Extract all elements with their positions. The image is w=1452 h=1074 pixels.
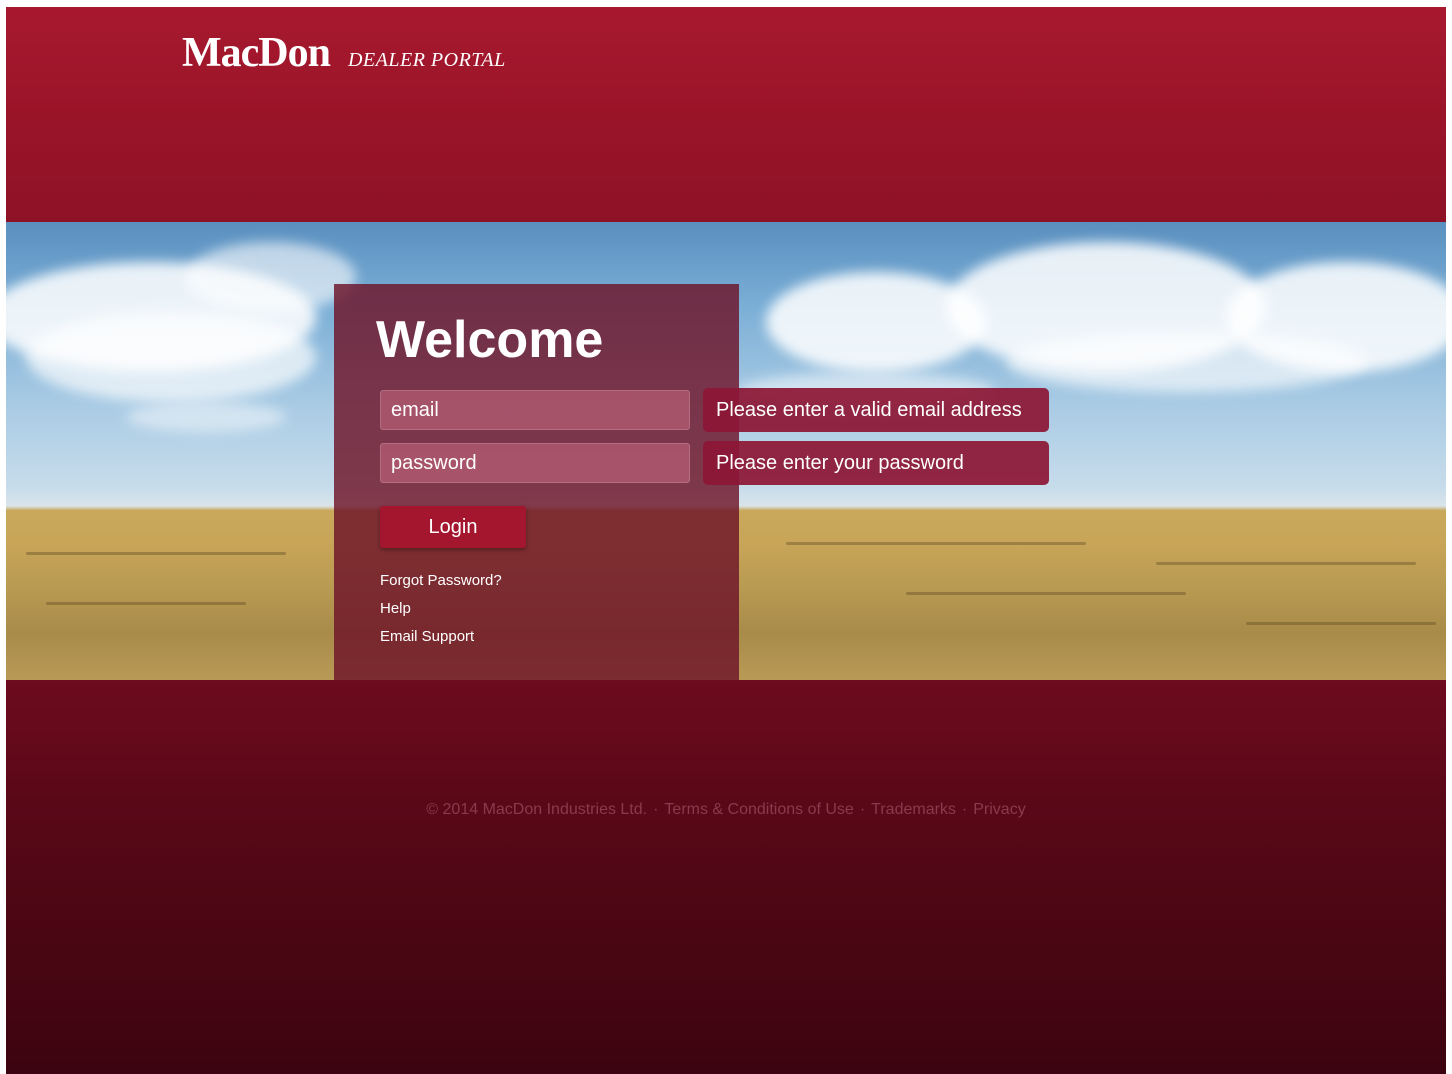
field-furrow [1156,562,1416,565]
trademarks-link[interactable]: Trademarks [871,801,956,818]
password-error-tooltip: Please enter your password [703,441,1049,485]
footer-separator: · [961,801,968,818]
site-footer: © 2014 MacDon Industries Ltd. · Terms & Co… [6,680,1446,1074]
cloud-shape [186,242,356,312]
field-furrow [906,592,1186,595]
privacy-link[interactable]: Privacy [973,801,1025,818]
cloud-shape [1006,332,1366,392]
help-links: Forgot Password? Help Email Support [380,567,502,651]
footer-separator: · [859,801,866,818]
footer-links: © 2014 MacDon Industries Ltd. · Terms & Co… [6,801,1446,819]
email-support-link[interactable]: Email Support [380,623,502,651]
site-header: MacDon DEALER PORTAL [6,7,1446,222]
field-furrow [46,602,246,605]
cloud-shape [126,402,286,432]
welcome-heading: Welcome [376,311,604,369]
field-furrow [786,542,1086,545]
macdon-logo[interactable]: MacDon DEALER PORTAL [182,29,506,77]
copyright-text: © 2014 MacDon Industries Ltd. [426,801,648,818]
terms-link[interactable]: Terms & Conditions of Use [664,801,853,818]
cloud-shape [26,312,316,402]
help-link[interactable]: Help [380,595,502,623]
logo-wordmark: MacDon [182,30,331,76]
page-frame: MacDon DEALER PORTAL Welcome Login Forgo… [6,7,1446,1074]
login-panel: Welcome Login Forgot Password? Help Emai… [334,284,739,680]
footer-separator: · [653,801,659,818]
field-furrow [26,552,286,555]
password-field[interactable] [380,443,690,483]
email-error-tooltip: Please enter a valid email address [703,388,1049,432]
login-button[interactable]: Login [380,506,526,548]
email-field[interactable] [380,390,690,430]
dealer-portal-label: DEALER PORTAL [347,49,506,71]
field-furrow [1246,622,1436,625]
forgot-password-link[interactable]: Forgot Password? [380,567,502,595]
